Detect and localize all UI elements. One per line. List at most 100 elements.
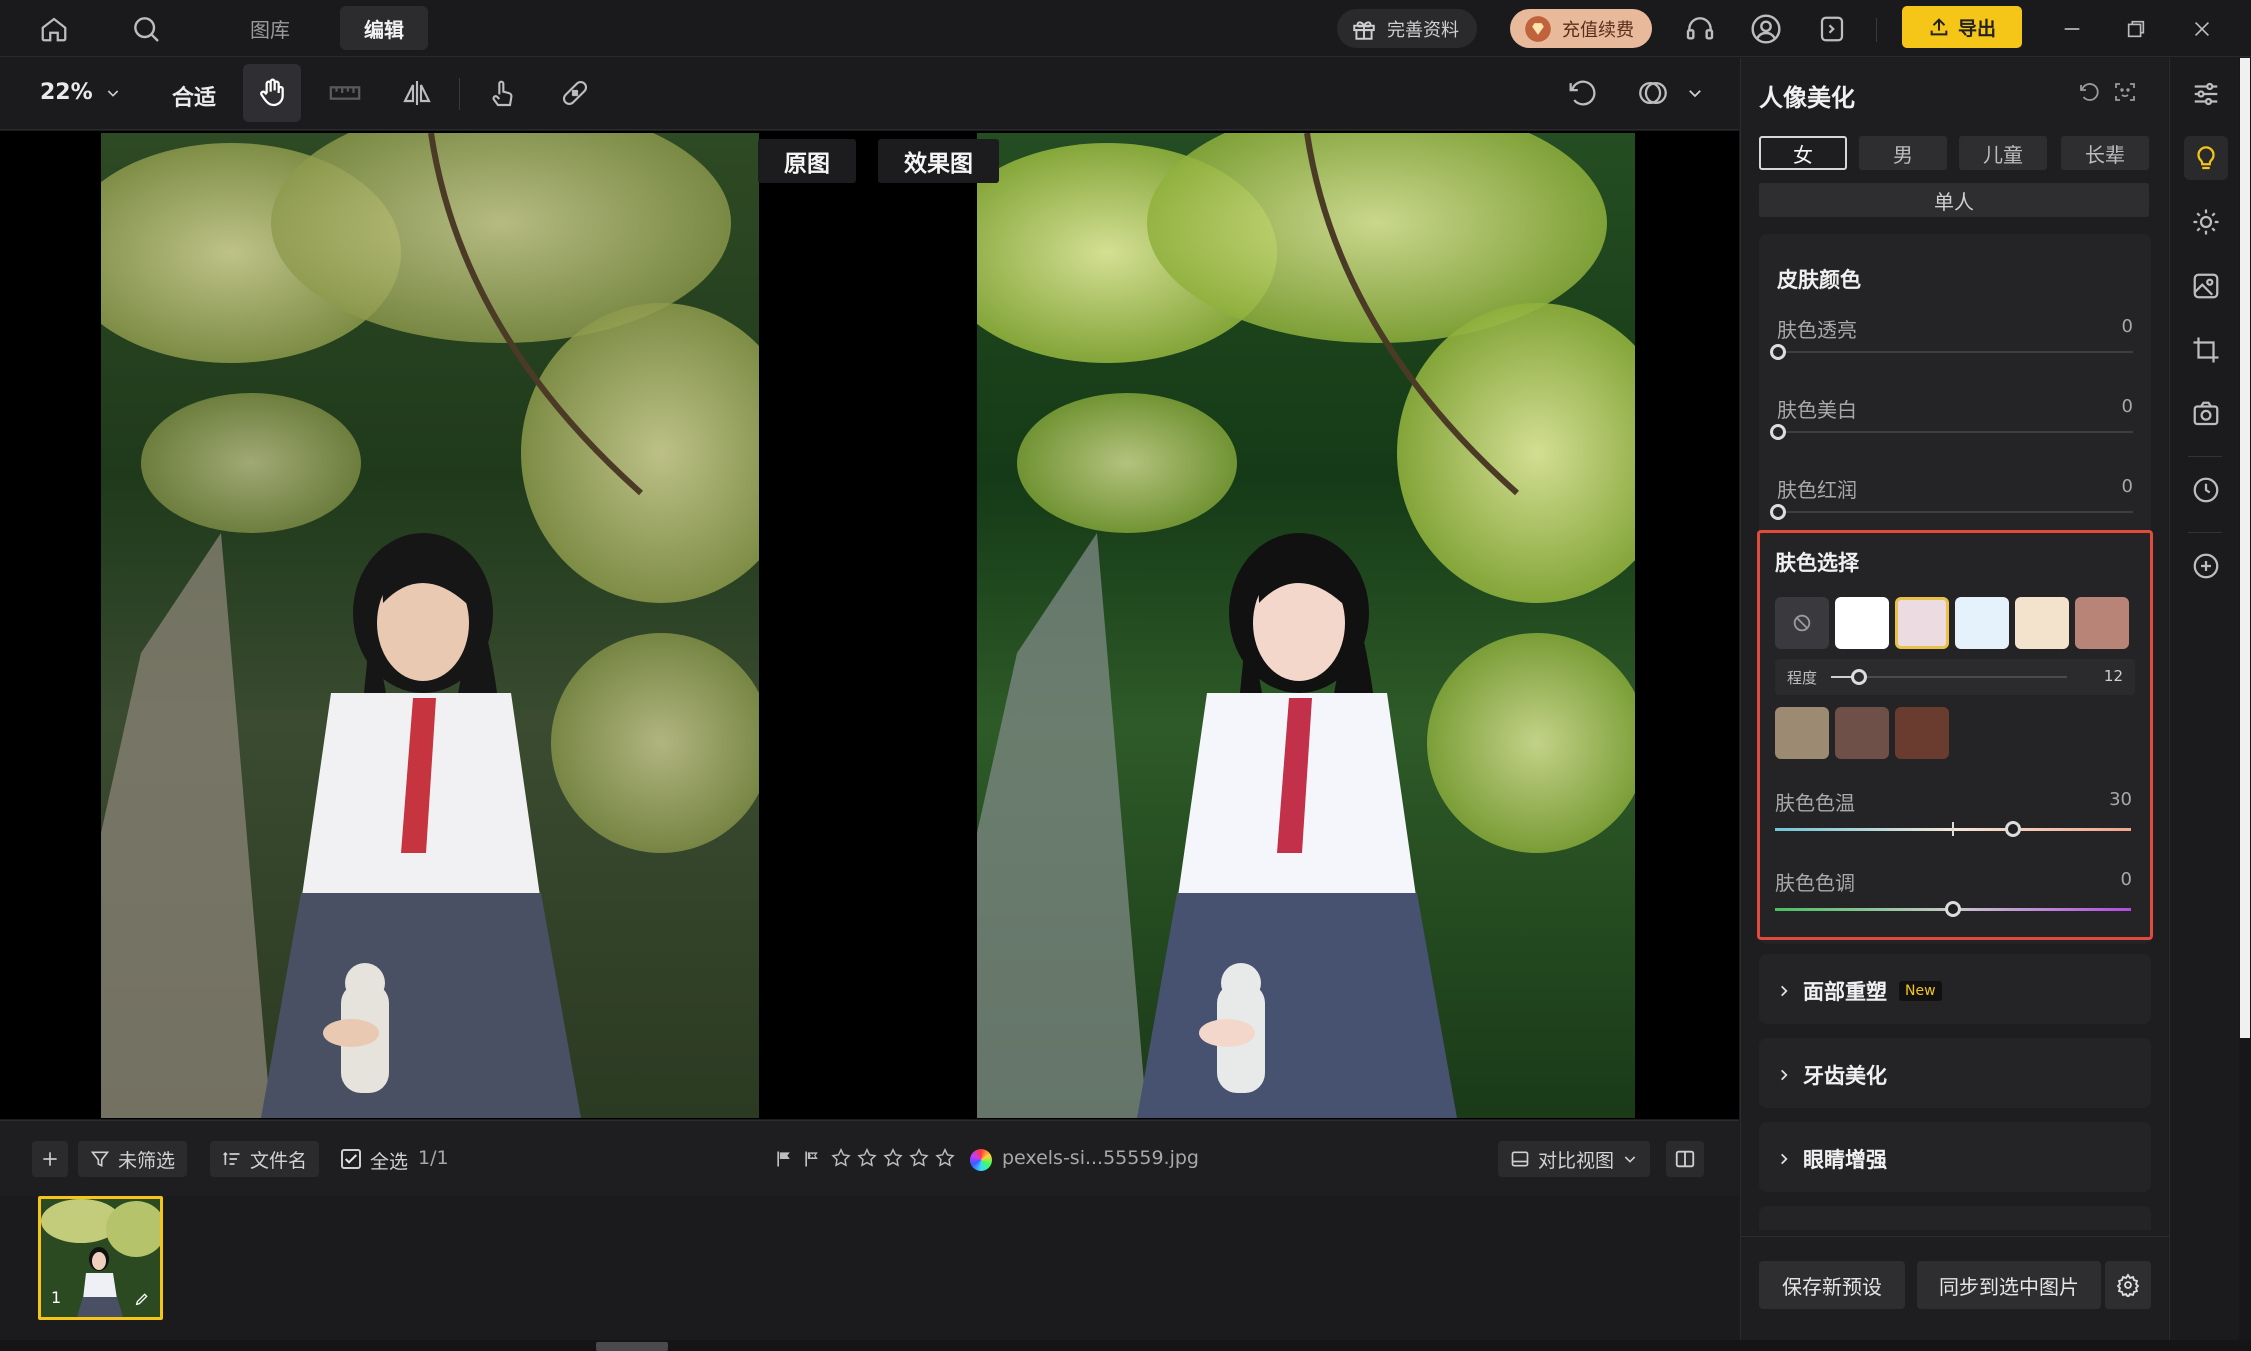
degree-value: 12 xyxy=(2103,667,2123,685)
support-headset-icon[interactable] xyxy=(1680,9,1720,49)
adjust-sliders-icon[interactable] xyxy=(2184,72,2228,116)
skin-swatch[interactable] xyxy=(1955,597,2009,649)
skin-swatch[interactable] xyxy=(1775,707,1829,759)
restore-window-icon[interactable] xyxy=(2116,9,2156,49)
zoom-dropdown[interactable]: 22% xyxy=(40,80,121,105)
compare-view-dropdown[interactable]: 对比视图 xyxy=(1498,1141,1651,1177)
skin-swatch[interactable] xyxy=(1895,707,1949,759)
reset-icon[interactable] xyxy=(2077,80,2101,104)
teeth-section[interactable]: 牙齿美化 xyxy=(1759,1038,2151,1108)
skin-swatch[interactable] xyxy=(1835,707,1889,759)
rating-stars[interactable] xyxy=(830,1147,956,1169)
divider xyxy=(2188,532,2222,533)
recharge-button[interactable]: 充值续费 xyxy=(1510,9,1652,48)
skin-translucent-slider[interactable] xyxy=(1777,351,2133,353)
ruler-tool-button[interactable] xyxy=(316,64,374,122)
color-label-icon[interactable] xyxy=(970,1149,992,1171)
skin-swatch[interactable] xyxy=(1835,597,1889,649)
search-icon[interactable] xyxy=(126,9,166,49)
eye-title[interactable]: 眼睛增强 xyxy=(1777,1144,1887,1174)
thumbnail[interactable]: 1 xyxy=(38,1196,163,1320)
flag-icon[interactable] xyxy=(774,1149,794,1169)
skin-swatch-selected[interactable] xyxy=(1895,597,1949,649)
save-preset-button[interactable]: 保存新预设 xyxy=(1759,1261,1905,1309)
eye-section[interactable]: 眼睛增强 xyxy=(1759,1122,2151,1192)
sort-label: 文件名 xyxy=(250,1149,308,1172)
compare-view-label: 对比视图 xyxy=(1538,1149,1615,1172)
vertical-scrollbar[interactable] xyxy=(2239,58,2251,1340)
skin-whitening-slider[interactable] xyxy=(1777,431,2133,433)
filter-button[interactable]: 未筛选 xyxy=(78,1141,188,1177)
skin-rosy-slider[interactable] xyxy=(1777,511,2133,513)
skin-temp-value: 30 xyxy=(2109,789,2132,810)
add-circle-icon[interactable] xyxy=(2184,544,2228,588)
gender-male-tab[interactable]: 男 xyxy=(1859,136,1947,170)
sort-button[interactable]: 文件名 xyxy=(210,1141,320,1177)
bandage-tool-button[interactable] xyxy=(546,64,604,122)
slider-handle[interactable] xyxy=(1851,669,1867,685)
tab-edit[interactable]: 编辑 xyxy=(340,6,428,50)
panel-title: 人像美化 xyxy=(1759,84,1855,112)
user-account-icon[interactable] xyxy=(1746,9,1786,49)
brightness-sun-icon[interactable] xyxy=(2184,200,2228,244)
skin-temp-label: 肤色色温 xyxy=(1775,791,1855,815)
reject-flag-icon[interactable] xyxy=(802,1149,822,1169)
children-tab[interactable]: 儿童 xyxy=(1959,136,2047,170)
filmstrip: 1 xyxy=(0,1196,1739,1340)
undo-rotate-button[interactable] xyxy=(1553,64,1611,122)
original-photo xyxy=(101,133,759,1118)
face-scan-icon[interactable] xyxy=(2113,80,2137,104)
zoom-value: 22% xyxy=(40,80,93,105)
camera-icon[interactable] xyxy=(2184,392,2228,436)
gender-female-tab[interactable]: 女 xyxy=(1759,136,1847,170)
select-all-checkbox[interactable] xyxy=(341,1149,361,1169)
slider-handle[interactable] xyxy=(1770,344,1786,360)
slider-handle[interactable] xyxy=(2005,821,2021,837)
add-button[interactable] xyxy=(32,1141,68,1177)
history-clock-icon[interactable] xyxy=(2184,468,2228,512)
flip-tool-button[interactable] xyxy=(388,64,446,122)
single-person-button[interactable]: 单人 xyxy=(1759,183,2149,217)
settings-button[interactable] xyxy=(2105,1261,2151,1309)
scrollbar-thumb[interactable] xyxy=(2240,58,2250,1038)
portrait-bulb-icon[interactable] xyxy=(2184,136,2228,180)
star-icon[interactable] xyxy=(882,1147,904,1169)
fit-button[interactable]: 合适 xyxy=(172,80,216,112)
checkmark-icon xyxy=(344,1154,358,1164)
skin-swatch[interactable] xyxy=(2015,597,2069,649)
minimize-icon[interactable] xyxy=(2052,9,2092,49)
touch-tool-button[interactable] xyxy=(473,64,531,122)
crop-icon[interactable] xyxy=(2184,328,2228,372)
face-reshape-section[interactable]: 面部重塑 New xyxy=(1759,954,2151,1024)
horizontal-scrollbar[interactable] xyxy=(0,1340,2251,1351)
selection-count: 1/1 xyxy=(418,1147,449,1169)
share-icon[interactable] xyxy=(1812,9,1852,49)
teeth-title[interactable]: 牙齿美化 xyxy=(1777,1060,1887,1090)
scrollbar-thumb[interactable] xyxy=(596,1342,668,1351)
tab-gallery[interactable]: 图库 xyxy=(226,6,314,50)
hand-tool-button[interactable] xyxy=(243,64,301,122)
star-icon[interactable] xyxy=(934,1147,956,1169)
image-canvas[interactable]: 原图 效果图 xyxy=(0,131,1739,1119)
no-color-swatch[interactable] xyxy=(1775,597,1829,649)
elders-tab[interactable]: 长辈 xyxy=(2061,136,2149,170)
home-icon[interactable] xyxy=(34,9,74,49)
star-icon[interactable] xyxy=(830,1147,852,1169)
face-reshape-title[interactable]: 面部重塑 New xyxy=(1777,976,1942,1006)
close-icon[interactable] xyxy=(2182,9,2222,49)
slider-handle[interactable] xyxy=(1945,901,1961,917)
skin-swatch[interactable] xyxy=(2075,597,2129,649)
select-all-label[interactable]: 全选 xyxy=(370,1147,408,1174)
overlay-mode-button[interactable] xyxy=(1624,64,1682,122)
star-icon[interactable] xyxy=(908,1147,930,1169)
export-button[interactable]: 导出 xyxy=(1902,6,2022,48)
sync-selected-button[interactable]: 同步到选中图片 xyxy=(1917,1261,2101,1309)
split-view-button[interactable] xyxy=(1666,1141,1704,1177)
image-edit-icon[interactable] xyxy=(2184,264,2228,308)
new-badge: New xyxy=(1899,981,1942,1001)
star-icon[interactable] xyxy=(856,1147,878,1169)
slider-handle[interactable] xyxy=(1770,424,1786,440)
complete-profile-button[interactable]: 完善资料 xyxy=(1337,9,1477,48)
chevron-down-icon[interactable] xyxy=(1686,84,1704,102)
slider-handle[interactable] xyxy=(1770,504,1786,520)
